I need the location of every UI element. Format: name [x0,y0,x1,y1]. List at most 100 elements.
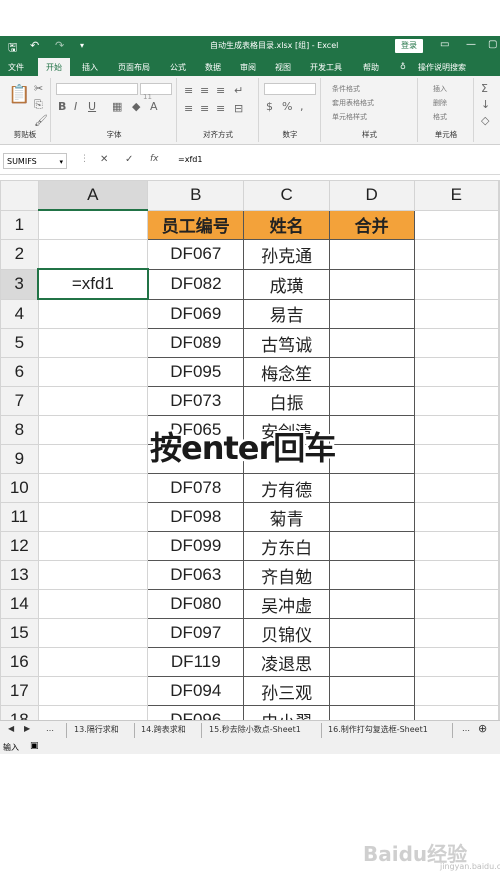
cell[interactable] [37,328,149,358]
add-sheet-icon[interactable]: ⊕ [478,722,487,735]
cell[interactable] [498,298,500,329]
column-header-e[interactable]: E [413,180,500,211]
cell[interactable] [413,473,500,503]
copy-icon[interactable]: ⎘ [34,98,43,112]
tab-data[interactable]: 数据 [205,62,221,73]
cell-employee-id[interactable]: DF069 [147,298,245,329]
row-header[interactable]: 1 [0,209,39,240]
cell[interactable] [498,676,500,706]
font-size-combo[interactable]: 11 [140,83,172,101]
cell-employee-id[interactable]: DF119 [147,647,245,677]
cell-merge[interactable] [328,268,415,300]
column-header-c[interactable]: C [243,180,330,211]
cell[interactable] [413,589,500,619]
cell-employee-id[interactable]: DF097 [147,618,245,648]
wrap-text-icon[interactable]: ↵ [234,84,243,97]
cell[interactable] [37,357,149,387]
border-icon[interactable]: ▦ [112,100,122,113]
row-header[interactable]: 8 [0,415,39,445]
row-header[interactable]: 10 [0,473,39,503]
cell[interactable] [413,502,500,532]
cell-merge[interactable] [328,531,415,561]
cell[interactable] [413,415,500,445]
formula-input[interactable]: =xfd1 [178,155,202,164]
cell-name[interactable]: 古笃诚 [243,328,330,358]
tab-formulas[interactable]: 公式 [170,62,186,73]
tab-file[interactable]: 文件 [8,62,24,73]
cell[interactable] [37,502,149,532]
cell-employee-id[interactable]: DF082 [147,268,245,300]
cell-name[interactable]: 易吉 [243,298,330,329]
cell-merge[interactable] [328,298,415,329]
cell[interactable] [498,589,500,619]
name-box[interactable]: SUMIFS ▾ [3,153,67,169]
prev-sheet-icon[interactable]: ◀ [8,724,14,733]
active-cell[interactable]: =xfd1 [37,268,149,300]
cell[interactable] [37,676,149,706]
row-header[interactable]: 2 [0,239,39,270]
cell-employee-id[interactable]: DF080 [147,589,245,619]
font-color-icon[interactable]: A [150,100,158,113]
cell-employee-id[interactable]: DF094 [147,676,245,706]
more-sheets-icon[interactable]: … [46,724,54,733]
undo-icon[interactable]: ↶ [30,39,39,52]
confirm-icon[interactable]: ✓ [125,154,133,165]
cell[interactable] [37,298,149,329]
cell[interactable] [37,705,149,720]
row-header[interactable]: 14 [0,589,39,619]
cell-name[interactable]: 菊青 [243,502,330,532]
cell[interactable] [37,560,149,590]
row-header[interactable]: 11 [0,502,39,532]
cell-merge[interactable] [328,386,415,416]
cell[interactable] [498,502,500,532]
cell[interactable] [37,473,149,503]
cell-styles-button[interactable]: 单元格样式 [332,112,367,122]
cell-merge[interactable] [328,415,415,445]
cell-merge[interactable] [328,560,415,590]
align-left-icon[interactable]: ≡ [184,102,193,115]
cell[interactable] [413,298,500,329]
sheet-tab-2[interactable]: 14.跨表求和 [141,724,186,735]
cell[interactable] [498,560,500,590]
tab-insert[interactable]: 插入 [82,62,98,73]
align-center-icon[interactable]: ≡ [200,102,209,115]
insert-function-icon[interactable]: fx [150,154,159,164]
minimize-icon[interactable]: — [466,39,476,50]
redo-icon[interactable]: ↷ [55,39,64,52]
cell[interactable] [413,209,500,240]
cell[interactable] [498,647,500,677]
more-sheets-icon[interactable]: … [462,724,470,733]
cell[interactable] [413,676,500,706]
sheet-tab-3[interactable]: 15.秒去除小数点-Sheet1 [209,724,301,735]
cell[interactable] [413,444,500,474]
cell-merge[interactable] [328,328,415,358]
conditional-format-button[interactable]: 条件格式 [332,84,360,94]
row-header[interactable]: 18 [0,705,39,720]
cell-name[interactable]: 孙三观 [243,676,330,706]
header-cell-employee-id[interactable]: 员工编号 [147,209,245,240]
underline-icon[interactable]: U [88,100,96,113]
bold-icon[interactable]: B [58,100,66,113]
row-header[interactable]: 7 [0,386,39,416]
cell[interactable] [498,531,500,561]
row-header[interactable]: 12 [0,531,39,561]
tab-review[interactable]: 审阅 [240,62,256,73]
cell-name[interactable]: 孙克通 [243,239,330,270]
cell-employee-id[interactable]: DF098 [147,502,245,532]
login-button[interactable]: 登录 [395,39,423,53]
cell-merge[interactable] [328,705,415,720]
row-header[interactable]: 13 [0,560,39,590]
header-cell-name[interactable]: 姓名 [243,209,330,240]
cell-employee-id[interactable]: DF073 [147,386,245,416]
column-header-b[interactable]: B [147,180,245,211]
cancel-icon[interactable]: ✕ [100,154,108,165]
italic-icon[interactable]: I [74,100,77,113]
cell-merge[interactable] [328,444,415,474]
cell[interactable] [413,386,500,416]
maximize-icon[interactable]: ▢ [488,39,497,50]
cell-name[interactable]: 方有德 [243,473,330,503]
comma-icon[interactable]: , [300,100,304,113]
next-sheet-icon[interactable]: ▶ [24,724,30,733]
cell[interactable] [37,386,149,416]
column-header-f[interactable] [498,180,500,211]
